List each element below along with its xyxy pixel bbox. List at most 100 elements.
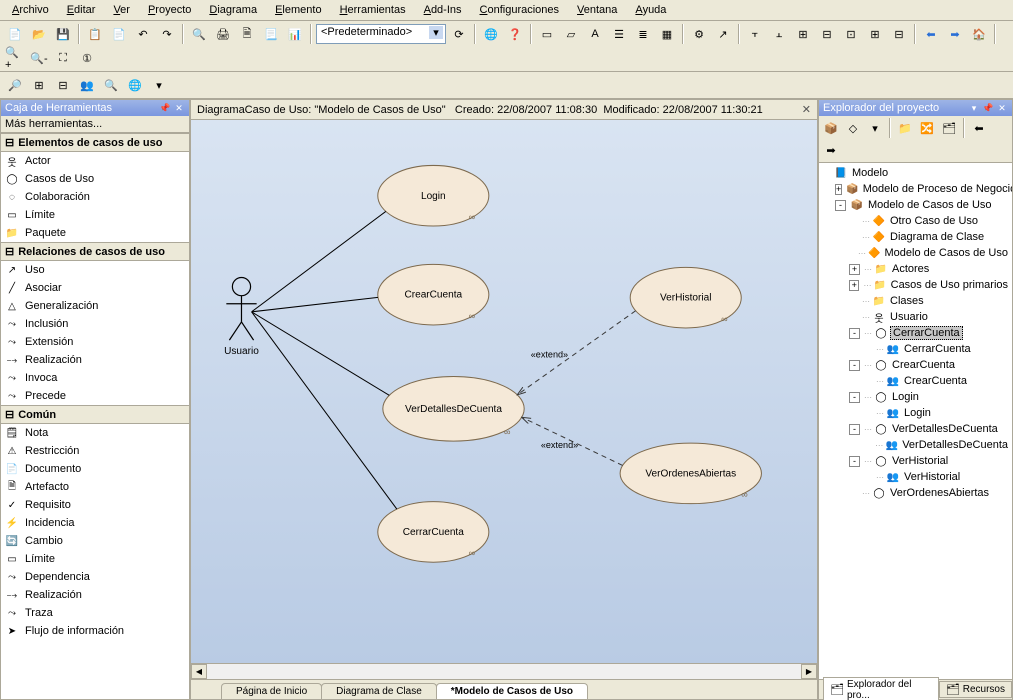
menu-elemento[interactable]: Elemento xyxy=(267,2,329,18)
tree-node-cerrarcuenta[interactable]: -⋯◯CerrarCuenta xyxy=(821,325,1010,341)
tool-invoca[interactable]: ⤳Invoca xyxy=(1,369,189,387)
tool-requisito[interactable]: ✓Requisito xyxy=(1,496,189,514)
tb2-2-icon[interactable]: ⊞ xyxy=(28,74,50,96)
el2-icon[interactable]: ▱ xyxy=(560,23,582,45)
tree-node-login[interactable]: -⋯◯Login xyxy=(821,389,1010,405)
new-el-icon[interactable]: ▾ xyxy=(865,118,885,138)
preview-icon[interactable]: 🗎 xyxy=(236,23,258,45)
tree-node-diagrama-de-clase[interactable]: ⋯🔶Diagrama de Clase xyxy=(821,229,1010,245)
refresh-icon[interactable]: ⟳ xyxy=(448,23,470,45)
expand-icon[interactable]: - xyxy=(849,328,860,339)
toolbox-group-header[interactable]: ⊟ Elementos de casos de uso xyxy=(1,133,189,152)
open-icon[interactable]: 📂 xyxy=(28,23,50,45)
menu-ayuda[interactable]: Ayuda xyxy=(627,2,674,18)
tool-uso[interactable]: ↗Uso xyxy=(1,261,189,279)
diagram-tab[interactable]: Página de Inicio xyxy=(221,683,322,699)
tool-límite[interactable]: ▭Límite xyxy=(1,206,189,224)
menu-ver[interactable]: Ver xyxy=(105,2,138,18)
tool-colaboración[interactable]: ◌Colaboración xyxy=(1,188,189,206)
style-combo[interactable]: <Predeterminado> xyxy=(316,24,446,44)
expand-icon[interactable]: - xyxy=(835,200,846,211)
tree-filter-icon[interactable]: 🗂 xyxy=(939,118,959,138)
tool-extensión[interactable]: ⤳Extensión xyxy=(1,333,189,351)
tree-node-verdetallesdecuenta[interactable]: ⋯👥VerDetallesDeCuenta xyxy=(821,437,1010,453)
tool-restricción[interactable]: ⚠Restricción xyxy=(1,442,189,460)
align5-icon[interactable]: ⊡ xyxy=(840,23,862,45)
bottom-tab[interactable]: 🗂Explorador del pro... xyxy=(823,677,939,700)
nav-back-icon[interactable]: ⬅ xyxy=(920,23,942,45)
tree-node-crearcuenta[interactable]: ⋯👥CrearCuenta xyxy=(821,373,1010,389)
h-scrollbar[interactable]: ◀ ▶ xyxy=(191,663,817,679)
tb2-dropdown-icon[interactable]: ▾ xyxy=(148,74,170,96)
tree-node-verdetallesdecuenta[interactable]: -⋯◯VerDetallesDeCuenta xyxy=(821,421,1010,437)
el3-icon[interactable]: ☰ xyxy=(608,23,630,45)
tree-node-clases[interactable]: ⋯📁Clases xyxy=(821,293,1010,309)
align4-icon[interactable]: ⊟ xyxy=(816,23,838,45)
tree-node-verordenesabiertas[interactable]: ⋯◯VerOrdenesAbiertas xyxy=(821,485,1010,501)
close-icon[interactable]: ✕ xyxy=(173,102,185,114)
menu-editar[interactable]: Editar xyxy=(59,2,104,18)
save-icon[interactable]: 💾 xyxy=(52,23,74,45)
toolbox-group-header[interactable]: ⊟ Común xyxy=(1,405,189,424)
tool-artefacto[interactable]: 🗎Artefacto xyxy=(1,478,189,496)
menu-ventana[interactable]: Ventana xyxy=(569,2,625,18)
tool-precede[interactable]: ⤳Precede xyxy=(1,387,189,405)
tool-generalización[interactable]: △Generalización xyxy=(1,297,189,315)
tree-node-verhistorial[interactable]: ⋯👥VerHistorial xyxy=(821,469,1010,485)
tree-node-actores[interactable]: +⋯📁Actores xyxy=(821,261,1010,277)
link-icon[interactable]: ↗ xyxy=(712,23,734,45)
tool-realización[interactable]: ⤍Realización xyxy=(1,586,189,604)
tree-node-modelo-de-casos-de-uso[interactable]: ⋯🔶Modelo de Casos de Uso xyxy=(821,245,1010,261)
undo-icon[interactable]: ↶ xyxy=(132,23,154,45)
tree-node-crearcuenta[interactable]: -⋯◯CrearCuenta xyxy=(821,357,1010,373)
tree-node-verhistorial[interactable]: -⋯◯VerHistorial xyxy=(821,453,1010,469)
el1-icon[interactable]: ▭ xyxy=(536,23,558,45)
tb2-5-icon[interactable]: 🔍 xyxy=(100,74,122,96)
globe-icon[interactable]: 🌐 xyxy=(480,23,502,45)
tool-inclusión[interactable]: ⤳Inclusión xyxy=(1,315,189,333)
expand-icon[interactable]: + xyxy=(835,184,842,195)
el5-icon[interactable]: ▦ xyxy=(656,23,678,45)
tree-up-icon[interactable]: 📁 xyxy=(895,118,915,138)
expand-icon[interactable]: - xyxy=(849,424,860,435)
menu-add-ins[interactable]: Add-Ins xyxy=(416,2,470,18)
tool-incidencia[interactable]: ⚡Incidencia xyxy=(1,514,189,532)
menu-proyecto[interactable]: Proyecto xyxy=(140,2,199,18)
new-diag-icon[interactable]: ◇ xyxy=(843,118,863,138)
redo-icon[interactable]: ↷ xyxy=(156,23,178,45)
tree-node-usuario[interactable]: ⋯웃Usuario xyxy=(821,309,1010,325)
scroll-right-icon[interactable]: ▶ xyxy=(801,664,817,679)
align2-icon[interactable]: ⫠ xyxy=(768,23,790,45)
tree-node-modelo[interactable]: 📘Modelo xyxy=(821,165,1010,181)
diagram-tab[interactable]: Diagrama de Clase xyxy=(321,683,437,699)
tree-node-casos-de-uso-primarios[interactable]: +⋯📁Casos de Uso primarios xyxy=(821,277,1010,293)
tree-fwd-icon[interactable]: ➡ xyxy=(821,140,841,160)
align6-icon[interactable]: ⊞ xyxy=(864,23,886,45)
scroll-left-icon[interactable]: ◀ xyxy=(191,664,207,679)
new-icon[interactable]: 📄 xyxy=(4,23,26,45)
help-icon[interactable]: ❓ xyxy=(504,23,526,45)
tool-casos-de-uso[interactable]: ◯Casos de Uso xyxy=(1,170,189,188)
pin-icon[interactable]: 📌 xyxy=(159,102,171,114)
tool-nota[interactable]: 🗒Nota xyxy=(1,424,189,442)
align1-icon[interactable]: ⫟ xyxy=(744,23,766,45)
bottom-tab[interactable]: 🗂Recursos xyxy=(939,681,1012,698)
tree-back-icon[interactable]: ⬅ xyxy=(969,118,989,138)
tool-asociar[interactable]: ╱Asociar xyxy=(1,279,189,297)
zoom-in-icon[interactable]: 🔍+ xyxy=(4,47,26,69)
menu-herramientas[interactable]: Herramientas xyxy=(332,2,414,18)
more-tools-link[interactable]: Más herramientas... xyxy=(1,116,189,133)
tree-node-otro-caso-de-uso[interactable]: ⋯🔶Otro Caso de Uso xyxy=(821,213,1010,229)
tb2-1-icon[interactable]: 🔎 xyxy=(4,74,26,96)
tree-sort-icon[interactable]: 🔀 xyxy=(917,118,937,138)
explorer-pin-icon[interactable]: 📌 xyxy=(982,102,994,114)
project-tree[interactable]: 📘Modelo+📦Modelo de Proceso de Negocios-📦… xyxy=(819,163,1012,679)
tool-límite[interactable]: ▭Límite xyxy=(1,550,189,568)
tool-traza[interactable]: ⤳Traza xyxy=(1,604,189,622)
print-icon[interactable]: 🖨 xyxy=(212,23,234,45)
search-icon[interactable]: 🔍 xyxy=(188,23,210,45)
menu-diagrama[interactable]: Diagrama xyxy=(201,2,265,18)
tree-node-login[interactable]: ⋯👥Login xyxy=(821,405,1010,421)
tb2-4-icon[interactable]: 👥 xyxy=(76,74,98,96)
text-icon[interactable]: A xyxy=(584,23,606,45)
